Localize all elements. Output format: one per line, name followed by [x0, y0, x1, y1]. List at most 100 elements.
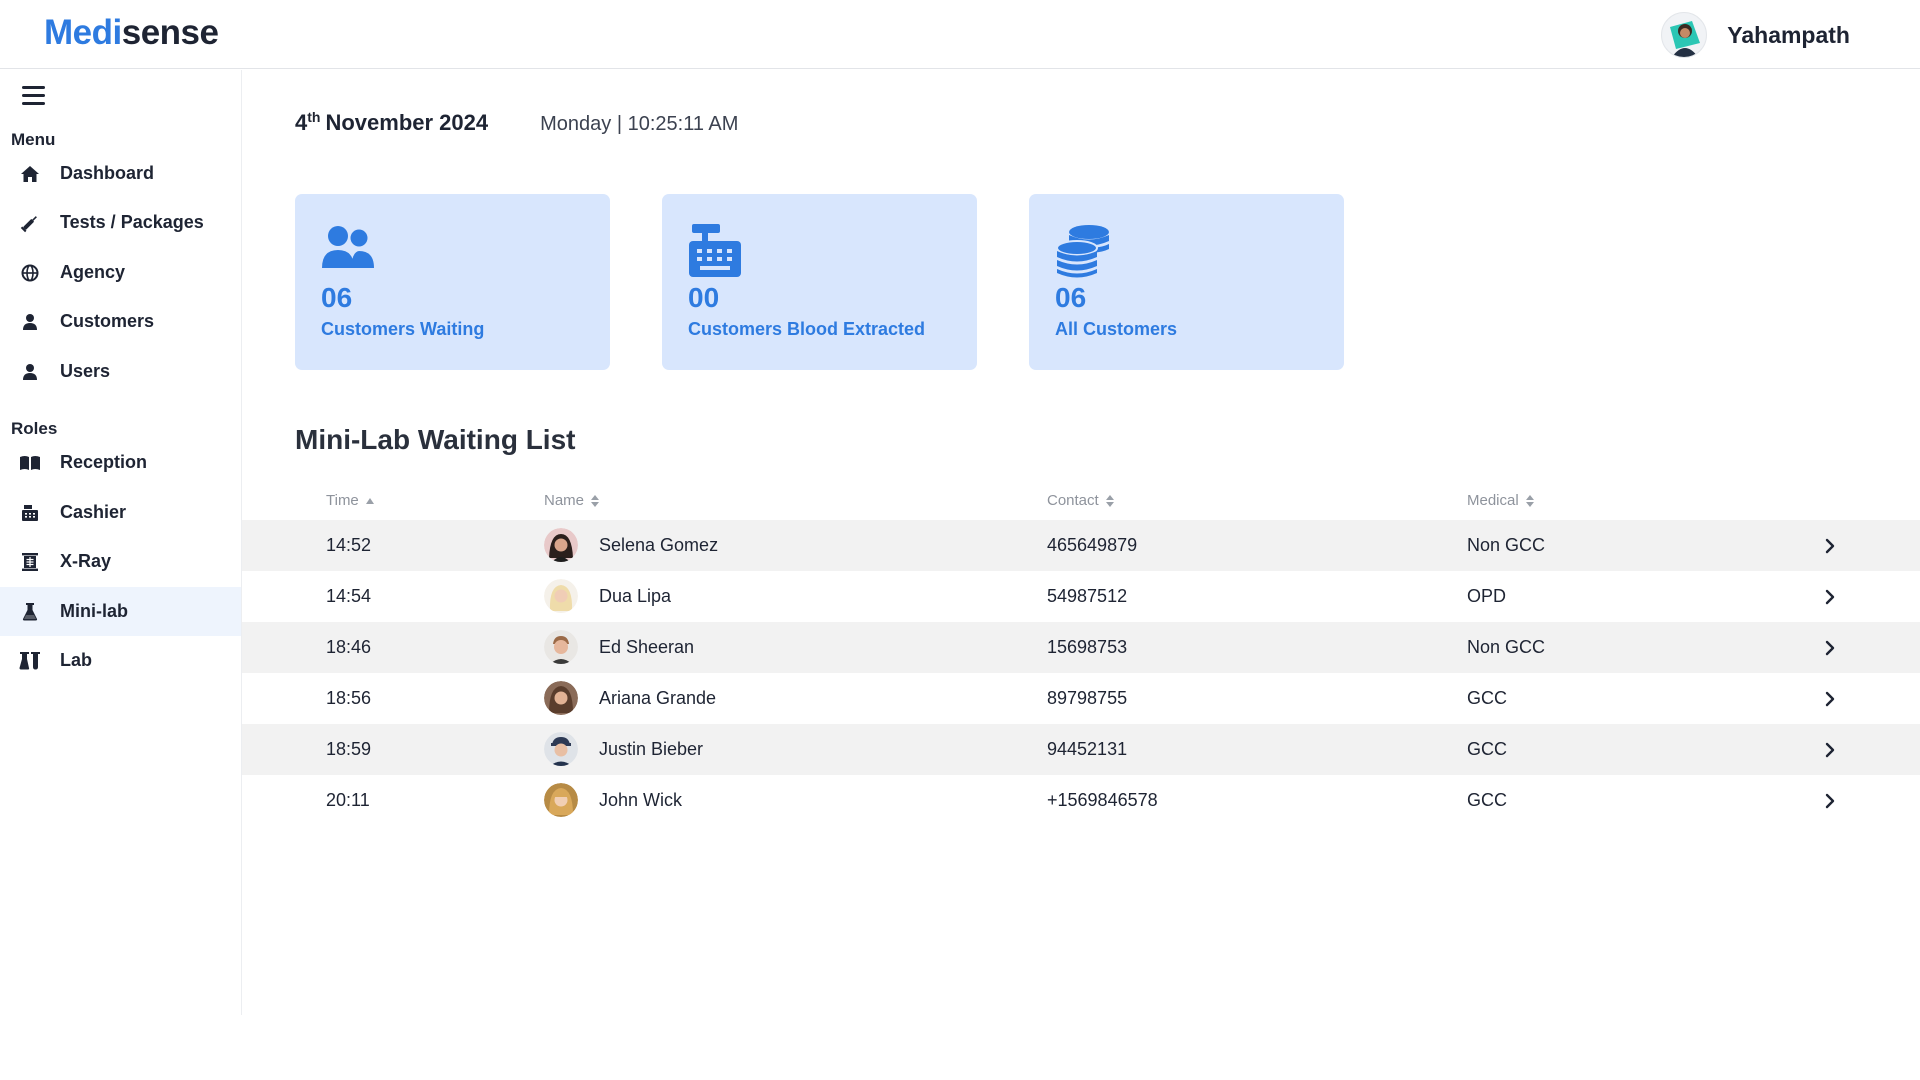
row-medical: GCC	[1467, 790, 1507, 810]
home-icon	[0, 165, 60, 183]
avatar	[544, 579, 578, 613]
chevron-right-icon[interactable]	[1820, 775, 1840, 826]
chevron-right-icon[interactable]	[1820, 724, 1840, 775]
menu-heading: Menu	[11, 130, 56, 149]
flask-vial-icon	[0, 651, 60, 670]
top-header: Medisense Yahampath	[0, 0, 1920, 69]
sidebar-item-lab[interactable]: Lab	[0, 636, 241, 685]
sidebar-item-label: Lab	[60, 650, 93, 670]
chevron-right-icon[interactable]	[1820, 520, 1840, 571]
sidebar-item-reception[interactable]: Reception	[0, 438, 241, 487]
app-logo[interactable]: Medisense	[44, 13, 219, 53]
table-row[interactable]: 20:11 John Wick +1569846578 GCC	[242, 775, 1920, 826]
row-name: Selena Gomez	[599, 535, 719, 555]
row-contact: 54987512	[1047, 586, 1128, 606]
sort-icon	[1105, 494, 1115, 508]
roles-heading: Roles	[11, 419, 58, 438]
row-contact: +1569846578	[1047, 790, 1158, 810]
row-name: Dua Lipa	[599, 586, 672, 606]
logo-part-medi: Medi	[44, 13, 122, 52]
date-suffix: th	[307, 109, 321, 125]
sidebar-item-label: Mini-lab	[60, 601, 128, 621]
sidebar-item-label: X-Ray	[60, 551, 112, 571]
stat-label: Customers Waiting	[321, 319, 485, 339]
column-header-label: Name	[544, 492, 585, 509]
x-ray-icon	[0, 552, 60, 571]
table-row[interactable]: 14:54 Dua Lipa 54987512 OPD	[242, 571, 1920, 622]
chevron-right-icon[interactable]	[1820, 622, 1840, 673]
avatar	[544, 630, 578, 664]
sidebar-item-label: Tests / Packages	[60, 212, 204, 232]
row-name: Ed Sheeran	[599, 637, 695, 657]
row-contact: 94452131	[1047, 739, 1128, 759]
column-header-contact[interactable]: Contact	[1047, 492, 1115, 509]
avatar	[544, 528, 578, 562]
avatar	[544, 732, 578, 766]
sidebar-item-customers[interactable]: Customers	[0, 297, 241, 346]
user-icon	[0, 313, 60, 331]
stat-value: 00	[688, 282, 720, 313]
sort-ascending-icon	[365, 497, 375, 505]
list-title: Mini-Lab Waiting List	[295, 424, 576, 455]
logo-part-sense: sense	[121, 13, 219, 52]
sidebar-item-users[interactable]: Users	[0, 347, 241, 396]
stat-value: 06	[321, 282, 353, 313]
chevron-right-icon[interactable]	[1820, 673, 1840, 724]
user-menu[interactable]: Yahampath	[1661, 12, 1850, 58]
coins-stack-icon	[1055, 224, 1111, 278]
row-time: 18:56	[326, 688, 372, 708]
sidebar-item-label: Cashier	[60, 502, 127, 522]
cash-register-icon	[0, 504, 60, 522]
stat-card-blood-extracted[interactable]: 00 Customers Blood Extracted	[662, 194, 977, 370]
sidebar-item-dashboard[interactable]: Dashboard	[0, 149, 241, 198]
row-medical: OPD	[1467, 586, 1507, 606]
syringe-icon	[0, 213, 60, 233]
sidebar-item-label: Dashboard	[60, 163, 155, 183]
sidebar-item-label: Customers	[60, 311, 155, 331]
table-row[interactable]: 18:46 Ed Sheeran 15698753 Non GCC	[242, 622, 1920, 673]
row-name: John Wick	[599, 790, 683, 810]
sort-icon	[590, 494, 600, 508]
sidebar: Menu Dashboard Tests / Packages Agency C…	[0, 70, 242, 1015]
user-icon	[0, 363, 60, 381]
row-medical: Non GCC	[1467, 637, 1546, 657]
row-name: Justin Bieber	[599, 739, 704, 759]
stat-label: All Customers	[1055, 319, 1178, 339]
hamburger-menu-icon[interactable]	[22, 86, 45, 106]
sidebar-item-label: Users	[60, 361, 111, 381]
avatar	[544, 783, 578, 817]
table-row[interactable]: 18:59 Justin Bieber 94452131 GCC	[242, 724, 1920, 775]
date-time-row: 4th November 2024 Monday | 10:25:11 AM	[295, 109, 738, 136]
sidebar-item-agency[interactable]: Agency	[0, 248, 241, 297]
sidebar-item-tests-packages[interactable]: Tests / Packages	[0, 198, 241, 247]
sidebar-item-cashier[interactable]: Cashier	[0, 488, 241, 537]
stat-card-all-customers[interactable]: 06 All Customers	[1029, 194, 1344, 370]
row-contact: 465649879	[1047, 535, 1138, 555]
column-header-medical[interactable]: Medical	[1467, 492, 1535, 509]
row-contact: 89798755	[1047, 688, 1128, 708]
stat-value: 06	[1055, 282, 1087, 313]
row-time: 14:54	[326, 586, 372, 606]
column-header-time[interactable]: Time	[326, 492, 375, 509]
table-row[interactable]: 14:52 Selena Gomez 465649879 Non GCC	[242, 520, 1920, 571]
row-contact: 15698753	[1047, 637, 1128, 657]
row-time: 14:52	[326, 535, 372, 555]
users-icon	[321, 224, 377, 274]
stat-card-customers-waiting[interactable]: 06 Customers Waiting	[295, 194, 610, 370]
avatar	[544, 681, 578, 715]
sidebar-item-mini-lab[interactable]: Mini-lab	[0, 587, 241, 636]
sidebar-item-x-ray[interactable]: X-Ray	[0, 537, 241, 586]
globe-icon	[0, 264, 60, 282]
date-day: 4	[295, 110, 308, 135]
chevron-right-icon[interactable]	[1820, 571, 1840, 622]
date-month-year: November 2024	[325, 110, 489, 135]
row-name: Ariana Grande	[599, 688, 717, 708]
column-header-name[interactable]: Name	[544, 492, 600, 509]
table-row[interactable]: 18:56 Ariana Grande 89798755 GCC	[242, 673, 1920, 724]
user-name: Yahampath	[1727, 21, 1850, 48]
row-medical: GCC	[1467, 688, 1507, 708]
flask-icon	[0, 602, 60, 621]
row-time: 20:11	[326, 790, 370, 810]
row-time: 18:46	[326, 637, 372, 657]
user-avatar[interactable]	[1661, 12, 1708, 58]
